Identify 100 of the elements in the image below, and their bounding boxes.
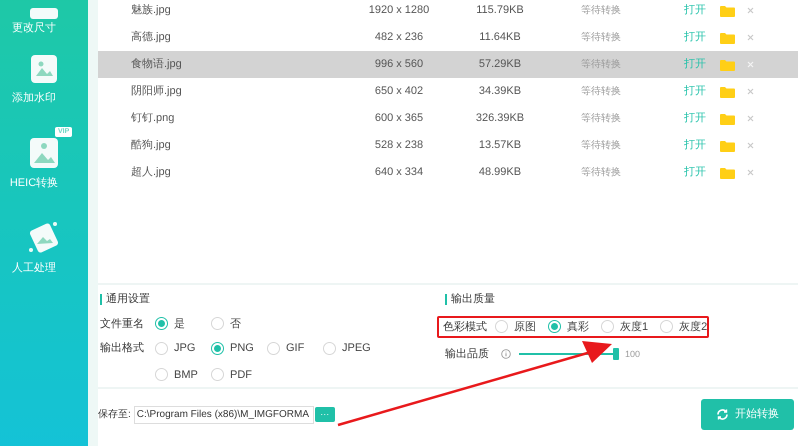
file-size: 11.64KB xyxy=(478,30,522,46)
section-title: 通用设置 xyxy=(106,292,150,307)
image-card-icon xyxy=(29,136,59,169)
radio-button[interactable] xyxy=(495,320,508,334)
close-icon[interactable] xyxy=(747,142,754,149)
section-title: 输出质量 xyxy=(451,292,495,307)
radio-label: 是 xyxy=(174,316,185,332)
open-link[interactable]: 打开 xyxy=(684,110,706,127)
save-label: 保存至: xyxy=(98,408,131,422)
conversion-status: 等待转换 xyxy=(580,4,622,18)
file-size: 326.39KB xyxy=(474,111,526,126)
file-size: 48.99KB xyxy=(478,165,522,180)
file-row[interactable]: 酷狗.jpg 528 x 238 13.57KB 等待转换 打开 xyxy=(98,132,798,159)
radio-button[interactable] xyxy=(323,342,336,355)
file-size: 115.79KB xyxy=(475,3,525,18)
folder-icon[interactable] xyxy=(720,86,735,98)
radio-label: JPG xyxy=(174,341,196,356)
file-name: 高德.jpg xyxy=(130,30,172,46)
radio-button[interactable] xyxy=(155,368,168,382)
setting-label: 色彩模式 xyxy=(443,320,487,334)
conversion-status: 等待转换 xyxy=(580,166,622,180)
file-name: 食物语.jpg xyxy=(130,57,183,72)
radio-label: 灰度2 xyxy=(679,320,708,334)
file-size: 13.57KB xyxy=(478,138,522,154)
file-name: 魅族.jpg xyxy=(130,3,172,18)
file-row[interactable]: 阴阳师.jpg 650 x 402 34.39KB 等待转换 打开 xyxy=(98,78,798,105)
conversion-status: 等待转换 xyxy=(580,112,622,126)
conversion-status: 等待转换 xyxy=(580,30,622,45)
close-icon[interactable] xyxy=(747,34,754,41)
radio-button[interactable] xyxy=(548,320,561,334)
image-dimensions: 996 x 560 xyxy=(374,57,424,72)
image-card-icon xyxy=(27,220,61,254)
image-card-icon xyxy=(30,54,58,84)
close-icon[interactable] xyxy=(747,115,754,122)
radio-button[interactable] xyxy=(155,317,168,330)
image-card-icon xyxy=(29,8,59,20)
open-link[interactable]: 打开 xyxy=(684,137,706,154)
conversion-status: 等待转换 xyxy=(580,84,622,99)
file-size: 34.39KB xyxy=(478,84,522,100)
image-dimensions: 1920 x 1280 xyxy=(368,3,430,18)
refresh-icon xyxy=(716,408,729,421)
sidebar-item[interactable]: HEIC转换 xyxy=(10,174,58,192)
file-row[interactable]: 食物语.jpg 996 x 560 57.29KB 等待转换 打开 xyxy=(98,51,798,78)
browse-button[interactable]: ··· xyxy=(314,407,335,422)
folder-icon[interactable] xyxy=(720,166,735,178)
radio-label: PNG xyxy=(230,341,254,356)
file-row[interactable]: 钉钉.png 600 x 365 326.39KB 等待转换 打开 xyxy=(98,105,798,132)
radio-label: 真彩 xyxy=(567,320,589,334)
open-link[interactable]: 打开 xyxy=(684,56,706,73)
sidebar-item[interactable]: 更改尺寸 xyxy=(12,20,56,36)
image-dimensions: 600 x 365 xyxy=(374,111,424,126)
open-link[interactable]: 打开 xyxy=(684,29,706,46)
save-path-field[interactable]: C:\Program Files (x86)\M_IMGFORMA xyxy=(134,406,314,424)
setting-label: 文件重名 xyxy=(100,316,145,332)
radio-label: BMP xyxy=(174,368,198,382)
radio-button[interactable] xyxy=(267,342,280,355)
slider-thumb[interactable] xyxy=(613,348,619,360)
image-dimensions: 640 x 334 xyxy=(374,165,424,180)
radio-button[interactable] xyxy=(211,368,224,382)
radio-button[interactable] xyxy=(660,320,674,334)
close-icon[interactable] xyxy=(747,7,754,14)
folder-icon[interactable] xyxy=(720,58,735,70)
file-row[interactable]: 魅族.jpg 1920 x 1280 115.79KB 等待转换 打开 xyxy=(98,0,798,24)
file-row[interactable]: 超人.jpg 640 x 334 48.99KB 等待转换 打开 xyxy=(98,159,798,186)
radio-button[interactable] xyxy=(211,317,224,330)
open-link[interactable]: 打开 xyxy=(684,2,706,19)
folder-icon[interactable] xyxy=(720,32,735,44)
folder-icon[interactable] xyxy=(720,112,735,124)
folder-icon[interactable] xyxy=(720,4,735,16)
radio-label: JPEG xyxy=(342,341,371,356)
radio-label: 灰度1 xyxy=(620,320,648,334)
setting-label: 输出品质 xyxy=(445,347,489,362)
close-icon[interactable] xyxy=(747,169,754,176)
close-icon[interactable] xyxy=(747,88,754,95)
info-icon[interactable] xyxy=(501,349,511,360)
radio-button[interactable] xyxy=(155,342,168,355)
radio-label: 原图 xyxy=(514,320,536,334)
radio-label: PDF xyxy=(230,368,252,382)
file-size: 57.29KB xyxy=(478,57,522,72)
conversion-status: 等待转换 xyxy=(580,58,622,72)
file-name: 超人.jpg xyxy=(130,165,172,180)
file-name: 酷狗.jpg xyxy=(130,138,172,154)
file-name: 钉钉.png xyxy=(130,111,176,126)
radio-label: GIF xyxy=(286,341,304,356)
file-row[interactable]: 高德.jpg 482 x 236 11.64KB 等待转换 打开 xyxy=(98,24,798,51)
image-dimensions: 528 x 238 xyxy=(374,138,424,154)
folder-icon[interactable] xyxy=(720,140,735,152)
sidebar-item[interactable]: 添加水印 xyxy=(12,90,56,106)
open-link[interactable]: 打开 xyxy=(684,164,706,181)
sidebar-item[interactable]: 人工处理 xyxy=(12,260,56,276)
slider-value: 100 xyxy=(625,348,640,360)
image-dimensions: 482 x 236 xyxy=(374,30,424,46)
image-dimensions: 650 x 402 xyxy=(374,84,424,100)
radio-button[interactable] xyxy=(601,320,614,334)
start-button[interactable]: 开始转换 xyxy=(701,399,794,430)
open-link[interactable]: 打开 xyxy=(684,83,706,100)
setting-label: 输出格式 xyxy=(100,341,145,356)
radio-button[interactable] xyxy=(211,342,224,355)
file-name: 阴阳师.jpg xyxy=(130,84,183,100)
radio-label: 否 xyxy=(230,316,241,332)
